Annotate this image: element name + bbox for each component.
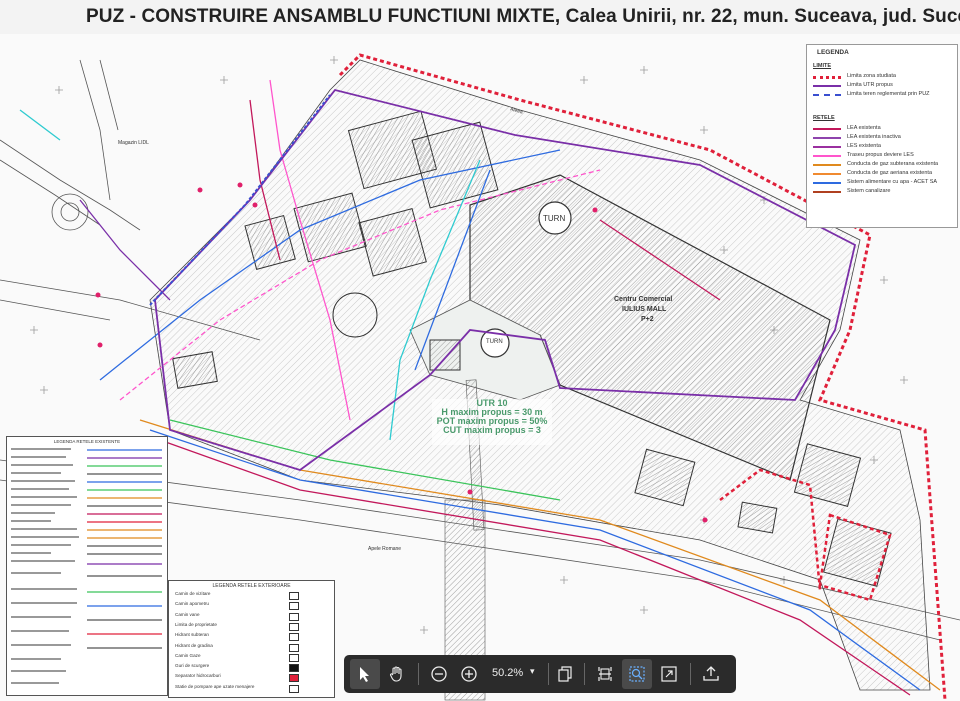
external-legend-item: Hidrant de gradina <box>175 642 213 648</box>
external-legend-symbol <box>289 664 299 673</box>
hand-icon[interactable] <box>382 659 412 689</box>
external-legend-item: Guri de scurgere <box>175 663 210 669</box>
legend-network-item: Sistem alimentare cu apa - ACET SA <box>811 179 957 187</box>
utr-info-box: UTR 10 H maxim propus = 30 m POT maxim p… <box>432 399 552 445</box>
external-legend-item: Camin Gaze <box>175 652 201 658</box>
legend-network-label: LEA existenta inactiva <box>847 134 901 140</box>
utr-line-4: CUT maxim propus = 3 <box>443 425 541 435</box>
document-title-bar: PUZ - CONSTRUIRE ANSAMBLU FUNCTIUNI MIXT… <box>0 0 960 35</box>
toolbar-divider <box>690 663 691 685</box>
external-legend-item: Camin apometru <box>175 601 209 607</box>
toolbar-divider <box>418 663 419 685</box>
external-legend-title: LEGENDA RETELE EXTERIOARE <box>212 583 291 589</box>
toolbar-divider <box>584 663 585 685</box>
legend-network-item: LEA existenta <box>811 125 957 133</box>
external-legend-symbol <box>289 653 299 662</box>
legend-network-swatch <box>813 164 841 166</box>
zoom-in-icon[interactable] <box>454 659 484 689</box>
external-legend-symbol <box>289 643 299 652</box>
legend-network-item: Conducta de gaz subterana existenta <box>811 161 957 169</box>
external-legend-symbol <box>289 684 299 693</box>
zoom-out-icon[interactable] <box>424 659 454 689</box>
fit-page-icon[interactable] <box>590 659 620 689</box>
existing-legend-lines <box>11 448 162 684</box>
legend-network-item: Traseu propus deviere LES <box>811 152 957 160</box>
external-legend-item: Camin vane <box>175 611 200 617</box>
toolbar-divider <box>548 663 549 685</box>
map-legend: LEGENDA LIMITE Limita zona studiata Limit… <box>806 44 958 228</box>
legend-network-item: LES existenta <box>811 143 957 151</box>
legend-network-swatch <box>813 137 841 139</box>
legend-limit-swatch <box>813 76 841 79</box>
marquee-zoom-icon[interactable] <box>622 659 652 689</box>
external-legend-symbol <box>289 602 299 611</box>
external-legend-symbol <box>289 633 299 642</box>
legend-network-swatch <box>813 173 841 175</box>
fullscreen-icon[interactable] <box>654 659 684 689</box>
existing-networks-legend: LEGENDA RETELE EXISTENTE <box>6 436 168 696</box>
legend-network-label: Conducta de gaz aeriana existenta <box>847 170 933 176</box>
legend-network-swatch <box>813 128 841 130</box>
copy-icon[interactable] <box>550 659 580 689</box>
mall-label: Centru Comercial <box>614 296 673 303</box>
legend-limit-swatch <box>813 94 841 96</box>
export-icon[interactable] <box>696 659 726 689</box>
magazin-label: Magazin LIDL <box>118 140 149 146</box>
legend-heading: LEGENDA <box>817 49 849 56</box>
document-title: PUZ - CONSTRUIRE ANSAMBLU FUNCTIUNI MIXT… <box>86 6 960 27</box>
legend-network-swatch <box>813 191 841 193</box>
legend-network-label: Conducta de gaz subterana existenta <box>847 161 939 167</box>
mall-height-label: P+2 <box>641 316 654 323</box>
legend-limit-item: Limita teren reglementat prin PUZ <box>811 91 957 99</box>
zoom-level[interactable]: 50.2% <box>492 667 523 679</box>
legend-network-label: Traseu propus deviere LES <box>847 152 914 158</box>
legend-limit-item: Limita UTR propus <box>811 82 957 90</box>
external-legend-item: Statie de pompare ape uzate menajere <box>175 683 255 689</box>
legend-section-networks: RETELE <box>813 115 835 121</box>
turn-label-1: TURN <box>543 214 566 223</box>
legend-network-label: Sistem alimentare cu apa - ACET SA <box>847 179 938 185</box>
external-legend-item: Limita de proprietate <box>175 621 217 627</box>
legend-network-item: Sistem canalizare <box>811 188 957 196</box>
external-networks-legend: LEGENDA RETELE EXTERIOARE Camin de vizit… <box>168 580 335 698</box>
legend-limit-label: Limita zona studiata <box>847 73 896 79</box>
legend-limit-label: Limita teren reglementat prin PUZ <box>847 91 930 97</box>
legend-section-limits: LIMITE <box>813 63 832 69</box>
legend-network-label: Sistem canalizare <box>847 188 891 194</box>
external-legend-symbol <box>289 612 299 621</box>
legend-network-label: LES existenta <box>847 143 881 149</box>
pdf-viewer-toolbar: 50.2% ▾ <box>344 655 736 693</box>
legend-limit-item: Limita zona studiata <box>811 73 957 81</box>
legend-network-swatch <box>813 182 841 184</box>
chevron-down-icon[interactable]: ▾ <box>530 666 535 677</box>
river-label: Apele Romane <box>368 546 402 552</box>
legend-limit-label: Limita UTR propus <box>847 82 893 88</box>
external-legend-item: Separator hidrocarburi <box>175 673 221 679</box>
legend-network-item: LEA existenta inactiva <box>811 134 957 142</box>
external-legend-symbol <box>289 674 299 683</box>
external-legend-symbol <box>289 592 299 600</box>
legend-limit-swatch <box>813 85 841 87</box>
select-arrow-icon[interactable] <box>350 659 380 689</box>
legend-network-swatch <box>813 146 841 148</box>
existing-legend-title: LEGENDA RETELE EXISTENTE <box>53 439 121 444</box>
turn-label-2: TURN <box>486 339 503 345</box>
legend-network-label: LEA existenta <box>847 125 881 131</box>
legend-network-swatch <box>813 155 841 157</box>
external-legend-item: Camin de vizitare <box>175 591 211 596</box>
external-legend-symbol <box>289 622 299 631</box>
external-legend-item: Hidrant subteran <box>175 632 209 638</box>
mall-name-label: IULIUS MALL <box>622 306 667 313</box>
legend-network-item: Conducta de gaz aeriana existenta <box>811 170 957 178</box>
